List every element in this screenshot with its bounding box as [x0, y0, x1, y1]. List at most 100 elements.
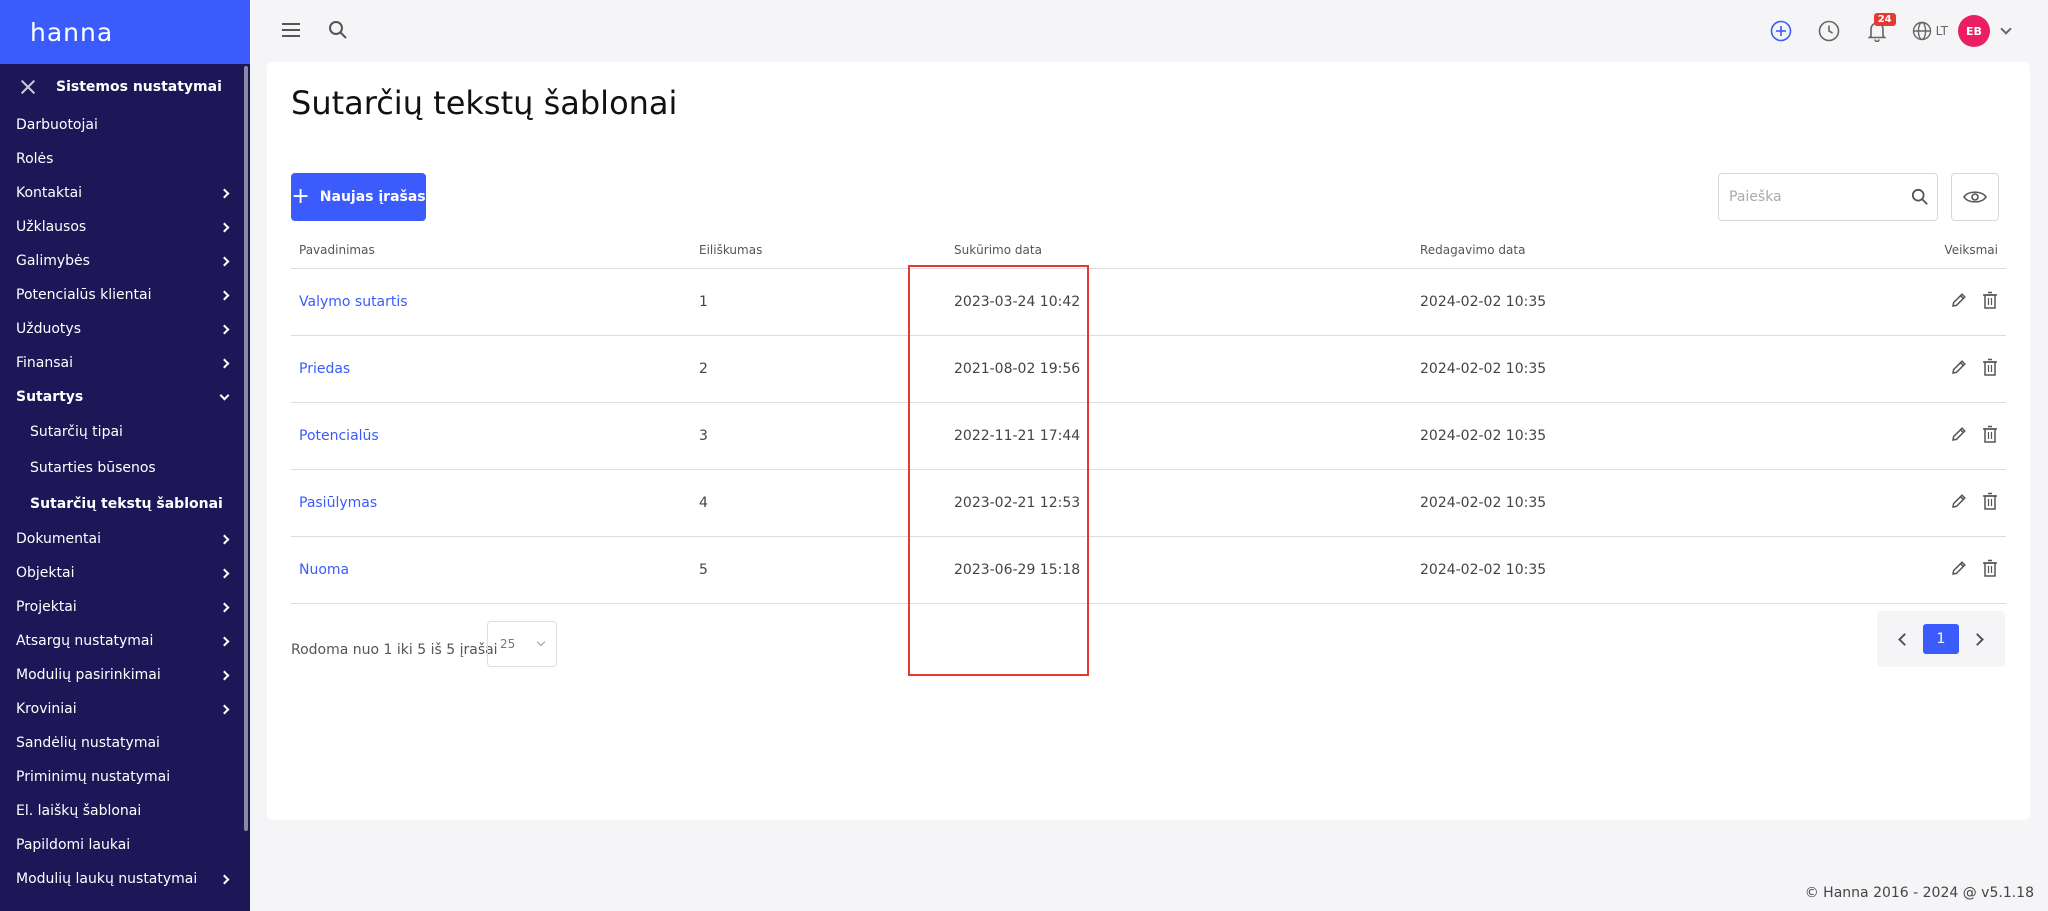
delete-icon[interactable]: [1968, 425, 1998, 447]
sidebar-item[interactable]: Finansai: [0, 346, 250, 380]
sidebar-item[interactable]: Sandėlių nustatymai: [0, 726, 250, 760]
bell-icon[interactable]: 24: [1864, 13, 1896, 44]
search-icon[interactable]: [1903, 188, 1937, 206]
sidebar-item[interactable]: Objektai: [0, 556, 250, 590]
language-switcher[interactable]: LT: [1912, 21, 1948, 41]
new-record-button[interactable]: + Naujas įrašas: [291, 173, 426, 221]
content-card: Sutarčių tekstų šablonai + Naujas įrašas…: [267, 62, 2030, 820]
column-header-edited[interactable]: Redagavimo data: [1412, 232, 1812, 269]
sidebar-item[interactable]: Dokumentai: [0, 522, 250, 556]
hamburger-menu-icon[interactable]: [282, 23, 300, 37]
sidebar-item[interactable]: Projektai: [0, 590, 250, 624]
templates-table: Pavadinimas Eiliškumas Sukūrimo data Red…: [291, 232, 2006, 604]
cell-created: 2023-06-29 15:18: [946, 536, 1412, 604]
sidebar-item[interactable]: Galimybės: [0, 244, 250, 278]
column-header-name[interactable]: Pavadinimas: [291, 232, 691, 269]
delete-icon[interactable]: [1968, 358, 1998, 380]
sidebar-item[interactable]: Kroviniai: [0, 692, 250, 726]
search-icon[interactable]: [328, 20, 348, 40]
pagination: 1: [1877, 611, 2005, 667]
column-header-actions: Veiksmai: [1812, 232, 2006, 269]
chevron-down-icon[interactable]: [2000, 23, 2012, 35]
cell-created: 2021-08-02 19:56: [946, 335, 1412, 403]
delete-icon[interactable]: [1968, 492, 1998, 514]
search-input[interactable]: [1719, 189, 1903, 205]
cell-actions: [1812, 469, 2006, 537]
sidebar-item-label: El. laiškų šablonai: [16, 803, 142, 819]
new-record-label: Naujas įrašas: [319, 189, 426, 205]
sidebar-item[interactable]: Potencialūs klientai: [0, 278, 250, 312]
page-size-select[interactable]: 25: [487, 621, 557, 667]
clock-icon[interactable]: [1816, 18, 1842, 44]
template-link[interactable]: Potencialūs: [299, 428, 379, 444]
sidebar-item-label: Priminimų nustatymai: [16, 769, 171, 785]
add-icon[interactable]: [1768, 18, 1794, 44]
sidebar-item-label: Sutarčių tipai: [30, 424, 123, 440]
sidebar-item[interactable]: El. laiškų šablonai: [0, 794, 250, 828]
sidebar-item-label: Galimybės: [16, 253, 90, 269]
sidebar: hanna Sistemos nustatymai Darbuotojai Rol…: [0, 0, 250, 911]
edit-icon[interactable]: [1936, 492, 1968, 514]
sidebar-item[interactable]: Atsargų nustatymai: [0, 624, 250, 658]
chevron-right-icon: [219, 568, 230, 578]
edit-icon[interactable]: [1936, 425, 1968, 447]
cell-edited: 2024-02-02 10:35: [1412, 335, 1812, 403]
sidebar-item[interactable]: Sutarčių tipai: [0, 414, 250, 450]
topbar: 24 LT EB: [250, 0, 2048, 62]
cell-edited: 2024-02-02 10:35: [1412, 402, 1812, 470]
sidebar-item-label: Sandėlių nustatymai: [16, 735, 160, 751]
sidebar-item[interactable]: Sutarties būsenos: [0, 450, 250, 486]
delete-icon[interactable]: [1968, 291, 1998, 313]
sidebar-item-label: Potencialūs klientai: [16, 287, 152, 303]
sidebar-item-label: Darbuotojai: [16, 117, 98, 133]
cell-actions: [1812, 402, 2006, 470]
sidebar-scrollbar[interactable]: [244, 66, 248, 831]
sidebar-header: Sistemos nustatymai: [0, 66, 250, 108]
cell-order: 4: [691, 469, 946, 537]
column-header-created[interactable]: Sukūrimo data: [946, 232, 1412, 269]
delete-icon[interactable]: [1968, 559, 1998, 581]
template-link[interactable]: Valymo sutartis: [299, 294, 408, 310]
sidebar-item-label: Dokumentai: [16, 531, 101, 547]
template-link[interactable]: Pasiūlymas: [299, 495, 377, 511]
chevron-right-icon: [219, 636, 230, 646]
chevron-right-icon: [219, 358, 230, 368]
table-row: Potencialūs 3 2022-11-21 17:44 2024-02-02 1…: [291, 402, 2006, 470]
template-link[interactable]: Nuoma: [299, 562, 349, 578]
sidebar-item[interactable]: Sutarčių tekstų šablonai: [0, 486, 250, 522]
close-icon[interactable]: [18, 77, 38, 97]
table-row: Valymo sutartis 1 2023-03-24 10:42 2024-02-…: [291, 268, 2006, 336]
sidebar-item[interactable]: Darbuotojai: [0, 108, 250, 142]
avatar[interactable]: EB: [1958, 15, 1990, 47]
edit-icon[interactable]: [1936, 291, 1968, 313]
chevron-right-icon: [219, 534, 230, 544]
chevron-right-icon[interactable]: [1971, 632, 1984, 646]
sidebar-item[interactable]: Modulių laukų nustatymai: [0, 862, 250, 896]
chevron-left-icon[interactable]: [1898, 632, 1911, 646]
sidebar-item[interactable]: Modulių pasirinkimai: [0, 658, 250, 692]
edit-icon[interactable]: [1936, 559, 1968, 581]
column-visibility-button[interactable]: [1951, 173, 1999, 221]
template-link[interactable]: Priedas: [299, 361, 350, 377]
sidebar-item[interactable]: Užklausos: [0, 210, 250, 244]
cell-edited: 2024-02-02 10:35: [1412, 268, 1812, 336]
logo[interactable]: hanna: [30, 18, 113, 47]
topbar-actions: 24 LT EB: [1746, 13, 2012, 47]
sidebar-nav: Darbuotojai Rolės Kontaktai Užklausos Galimy…: [0, 108, 250, 896]
page-title: Sutarčių tekstų šablonai: [291, 84, 678, 122]
column-header-order[interactable]: Eiliškumas: [691, 232, 946, 269]
sidebar-item[interactable]: Užduotys: [0, 312, 250, 346]
sidebar-item[interactable]: Sutartys: [0, 380, 250, 414]
cell-actions: [1812, 335, 2006, 403]
sidebar-item-label: Kontaktai: [16, 185, 83, 201]
page-button-current[interactable]: 1: [1923, 624, 1959, 654]
cell-order: 1: [691, 268, 946, 336]
sidebar-item[interactable]: Priminimų nustatymai: [0, 760, 250, 794]
sidebar-item[interactable]: Rolės: [0, 142, 250, 176]
page-size-value: 25: [500, 637, 516, 651]
sidebar-item[interactable]: Kontaktai: [0, 176, 250, 210]
pagination-info: Rodoma nuo 1 iki 5 iš 5 įrašai: [291, 642, 498, 658]
edit-icon[interactable]: [1936, 358, 1968, 380]
chevron-right-icon: [219, 256, 230, 266]
sidebar-item[interactable]: Papildomi laukai: [0, 828, 250, 862]
